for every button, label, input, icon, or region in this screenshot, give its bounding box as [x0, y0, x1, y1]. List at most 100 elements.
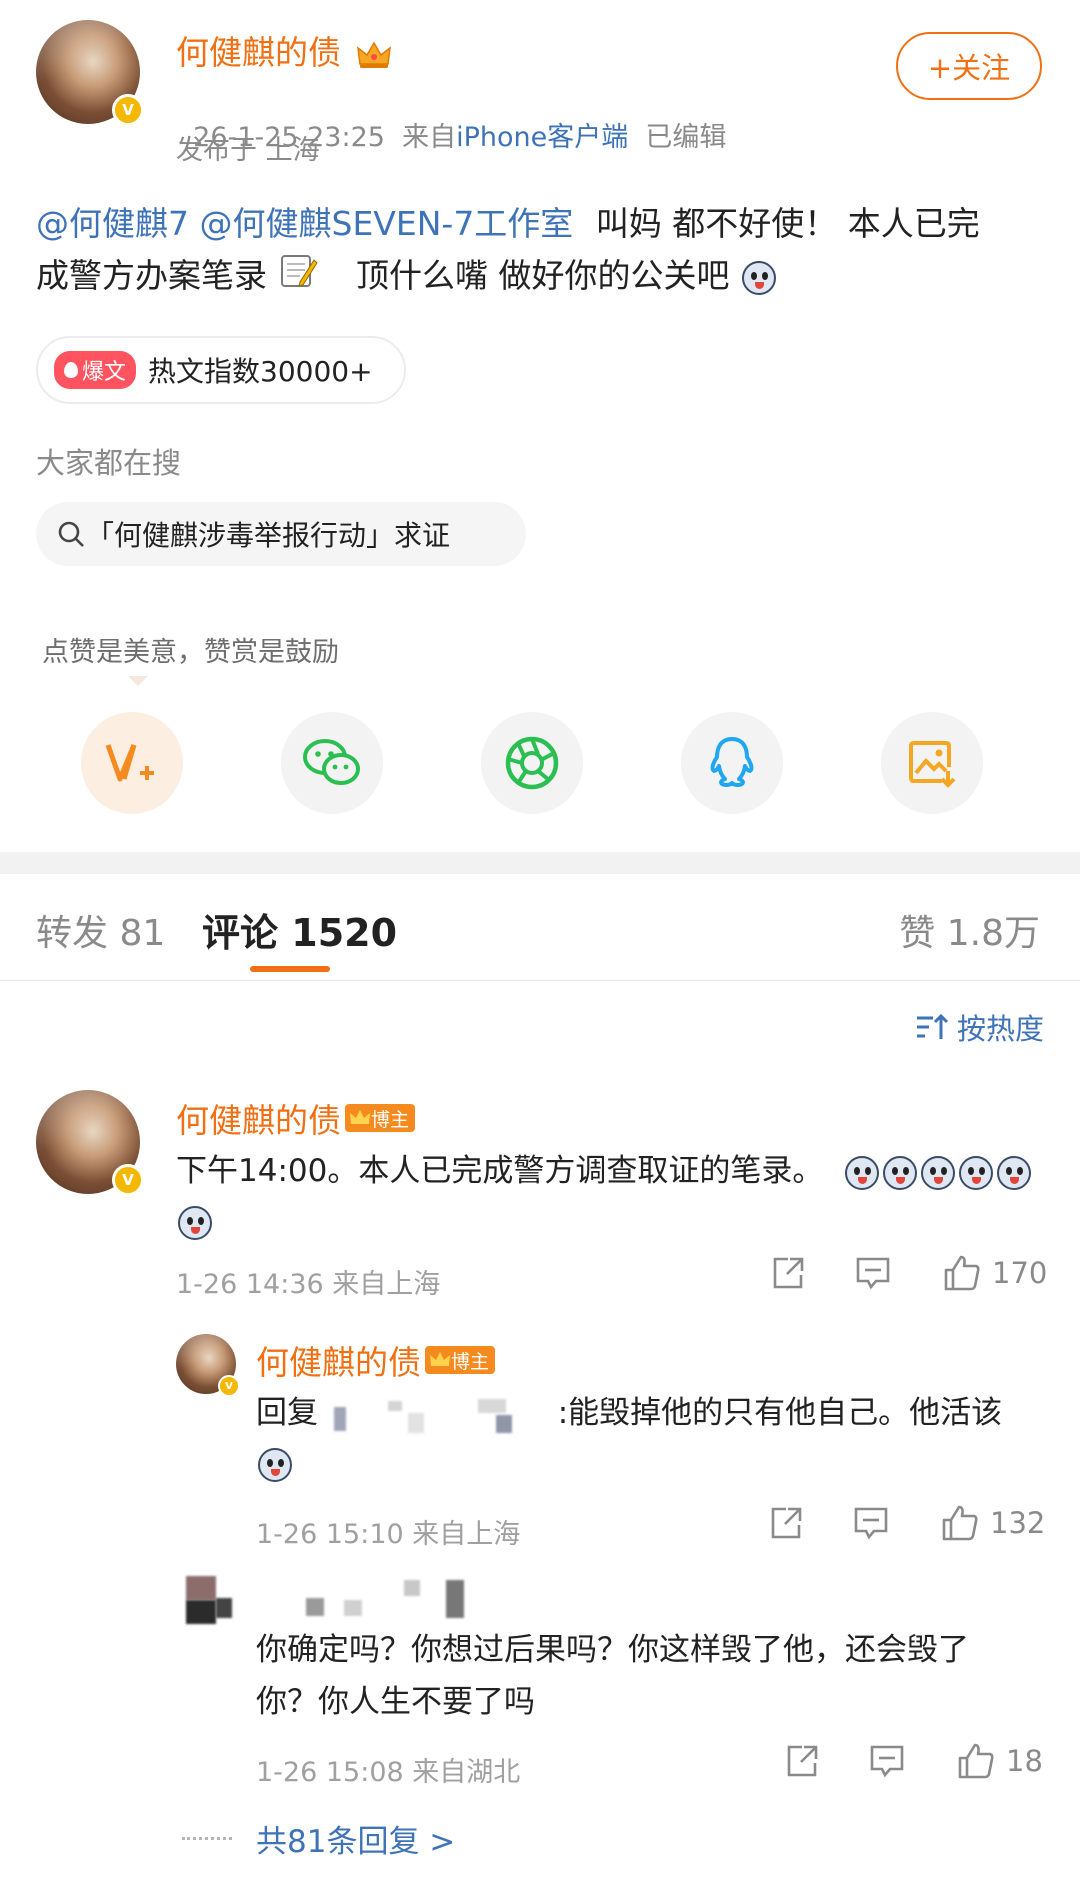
tab-comments-count: 1520 [291, 911, 398, 955]
sort-label: 按热度 [956, 1012, 1044, 1046]
laughing-emoji-icon [959, 1155, 994, 1190]
comment-icon[interactable] [852, 1505, 890, 1541]
post-text-line-1: @何健麒7 @何健麒SEVEN-7工作室 叫妈 都不好使！ 本人已完 [36, 198, 1046, 250]
comment-icon[interactable] [854, 1255, 892, 1291]
share-moments-button[interactable] [481, 712, 583, 814]
reply-time: 1-26 15:10 来自上海 [256, 1519, 521, 1550]
laughing-emoji-icon [258, 1447, 292, 1482]
reply-text-line: 你确定吗？你想过后果吗？你这样毁了他，还会毁了 [256, 1632, 969, 1668]
reply-text: 回复 :能毁掉他的只有他自己。他活该 [256, 1388, 1036, 1488]
like-count: 170 [992, 1256, 1048, 1290]
reply-text-line: 你？你人生不要了吗 [256, 1684, 535, 1720]
post-text-segment: 成警方办案笔录 [36, 256, 267, 295]
qq-icon [710, 737, 754, 787]
share-icon[interactable] [784, 1743, 820, 1779]
like-count: 132 [990, 1506, 1046, 1540]
mention-link[interactable]: @何健麒7 [36, 204, 189, 243]
tooltip-arrow [128, 676, 148, 686]
reward-button[interactable] [81, 712, 183, 814]
save-image-icon [909, 741, 956, 788]
commenter-avatar[interactable]: V [36, 1090, 144, 1196]
tab-comments-label: 评论 [202, 911, 279, 955]
reply-actions: 18 [784, 1742, 1043, 1780]
moments-icon [505, 736, 559, 790]
comment-text-body: 下午14:00。本人已完成警方调查取证的笔录。 [176, 1153, 824, 1189]
sort-button[interactable]: 按热度 [915, 1006, 1044, 1048]
search-suggestion-chip[interactable]: 「何健麒涉毒举报行动」求证 [36, 502, 526, 566]
laughing-emoji-icon [178, 1205, 212, 1240]
crown-icon [430, 1352, 450, 1366]
tab-comments[interactable]: 评论 1520 [202, 902, 397, 957]
tab-active-indicator [250, 966, 330, 972]
tab-likes[interactable]: 赞 1.8万 [899, 904, 1040, 956]
v-plus-icon [105, 744, 154, 782]
comment-time: 1-26 14:36 来自上海 [176, 1269, 441, 1300]
verified-badge-icon: V [218, 1375, 240, 1397]
more-replies-dots [182, 1837, 232, 1840]
flame-icon [64, 362, 78, 378]
search-icon [58, 521, 84, 547]
post-location: 发布于 上海 [176, 135, 320, 166]
more-replies-link[interactable]: 共81条回复 > [256, 1816, 455, 1861]
sort-icon [916, 1013, 949, 1039]
reply-text: 你确定吗？你想过后果吗？你这样毁了他，还会毁了 你？你人生不要了吗 [256, 1624, 1036, 1728]
hot-badge-pill: 爆文 [54, 351, 137, 389]
comment-author[interactable]: 何健麒的债 博主 [176, 1094, 416, 1142]
memo-icon [278, 250, 318, 305]
reply-time: 1-26 15:08 来自湖北 [256, 1757, 521, 1788]
blogger-badge-label: 博主 [451, 1350, 490, 1373]
search-suggestion-text: 「何健麒涉毒举报行动」求证 [86, 519, 451, 552]
laughing-emoji-icon [742, 260, 776, 295]
redacted-username [328, 1397, 548, 1433]
like-icon[interactable] [942, 1254, 982, 1292]
crown-icon [350, 1110, 370, 1124]
redacted-username[interactable] [300, 1576, 480, 1620]
author-name-text[interactable]: 何健麒的债 [176, 33, 341, 72]
comment-text: 下午14:00。本人已完成警方调查取证的笔录。 [176, 1146, 1036, 1246]
edited-label[interactable]: 已编辑 [645, 122, 726, 153]
laughing-emoji-icon [997, 1155, 1032, 1190]
section-divider [0, 852, 1080, 874]
follow-button[interactable]: +关注 [896, 32, 1042, 100]
post-text-line-2: 成警方办案笔录 顶什么嘴 做好你的公关吧 [36, 250, 1046, 305]
follow-button-label: +关注 [927, 51, 1011, 85]
reply-actions: 132 [768, 1504, 1045, 1542]
reply-text-body: :能毁掉他的只有他自己。他活该 [557, 1395, 1003, 1431]
comment-author-name[interactable]: 何健麒的债 [176, 1094, 341, 1142]
comment-actions: 170 [770, 1254, 1047, 1292]
laughing-emoji-icon [845, 1155, 880, 1190]
like-count: 18 [1006, 1744, 1043, 1778]
tabs-bottom-border [0, 980, 1080, 981]
wechat-icon [303, 739, 360, 785]
reward-hint: 点赞是美意，赞赏是鼓励 [42, 637, 339, 668]
hot-badge-label: 爆文 [82, 360, 127, 385]
hot-post-badge[interactable]: 爆文 热文指数30000+ [36, 336, 406, 404]
search-heading: 大家都在搜 [36, 446, 182, 480]
author-name[interactable]: 何健麒的债 [176, 26, 392, 74]
verified-badge-icon: V [112, 94, 144, 126]
save-image-button[interactable] [881, 712, 983, 814]
laughing-emoji-icon [883, 1155, 918, 1190]
reply-author[interactable]: 何健麒的债 博主 [256, 1336, 496, 1384]
like-icon[interactable] [940, 1504, 980, 1542]
author-avatar[interactable]: V [36, 20, 144, 126]
hot-index-text: 热文指数30000+ [148, 355, 373, 388]
crown-icon [356, 41, 391, 68]
blogger-badge: 博主 [345, 1104, 416, 1132]
share-wechat-button[interactable] [281, 712, 383, 814]
comment-icon[interactable] [868, 1743, 906, 1779]
redacted-avatar[interactable] [186, 1576, 246, 1630]
share-icon[interactable] [768, 1505, 804, 1541]
share-qq-button[interactable] [681, 712, 783, 814]
mention-link[interactable]: @何健麒SEVEN-7工作室 [200, 204, 574, 243]
replier-avatar[interactable]: V [176, 1334, 240, 1397]
post-source[interactable]: iPhone客户端 [456, 122, 628, 153]
share-icon[interactable] [770, 1255, 806, 1291]
like-icon[interactable] [956, 1742, 996, 1780]
reply-author-name[interactable]: 何健麒的债 [256, 1336, 421, 1384]
tab-reposts[interactable]: 转发 81 [36, 904, 165, 956]
reply-prefix: 回复 [256, 1395, 318, 1431]
post-text: @何健麒7 @何健麒SEVEN-7工作室 叫妈 都不好使！ 本人已完 成警方办案… [36, 198, 1046, 305]
blogger-badge-label: 博主 [371, 1108, 410, 1131]
laughing-emoji-icon [921, 1155, 956, 1190]
